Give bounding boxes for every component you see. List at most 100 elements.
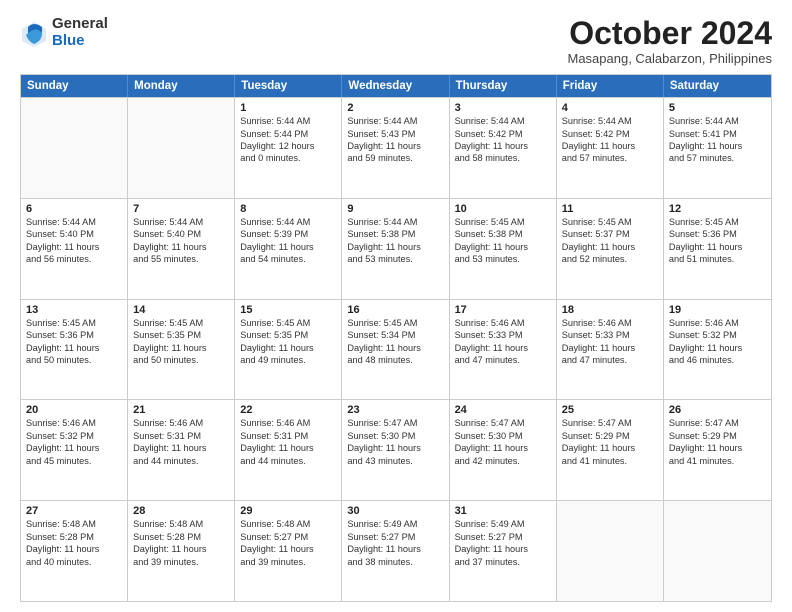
cell-info-line: Sunset: 5:29 PM: [669, 430, 766, 442]
day-number: 2: [347, 102, 443, 114]
cell-info-line: and 44 minutes.: [240, 455, 336, 467]
cell-info-line: Sunset: 5:41 PM: [669, 128, 766, 140]
cell-info-line: Sunrise: 5:44 AM: [347, 115, 443, 127]
day-number: 31: [455, 505, 551, 517]
day-number: 28: [133, 505, 229, 517]
day-of-week-sunday: Sunday: [21, 75, 128, 97]
cell-info-line: Daylight: 11 hours: [26, 342, 122, 354]
day-of-week-wednesday: Wednesday: [342, 75, 449, 97]
cell-info-line: Sunset: 5:29 PM: [562, 430, 658, 442]
logo-icon: [20, 19, 48, 47]
day-number: 22: [240, 404, 336, 416]
cell-info-line: and 47 minutes.: [562, 354, 658, 366]
cell-info-line: Sunrise: 5:46 AM: [26, 417, 122, 429]
cell-info-line: Sunset: 5:36 PM: [26, 329, 122, 341]
cell-info-line: Daylight: 11 hours: [455, 140, 551, 152]
cell-info-line: Daylight: 11 hours: [240, 543, 336, 555]
day-of-week-thursday: Thursday: [450, 75, 557, 97]
day-number: 14: [133, 304, 229, 316]
cell-info-line: Sunrise: 5:44 AM: [26, 216, 122, 228]
cell-info-line: Sunset: 5:33 PM: [455, 329, 551, 341]
day-cell-4: 4Sunrise: 5:44 AMSunset: 5:42 PMDaylight…: [557, 98, 664, 198]
cell-info-line: Sunset: 5:28 PM: [26, 531, 122, 543]
cell-info-line: Sunset: 5:37 PM: [562, 228, 658, 240]
day-cell-11: 11Sunrise: 5:45 AMSunset: 5:37 PMDayligh…: [557, 199, 664, 299]
day-cell-27: 27Sunrise: 5:48 AMSunset: 5:28 PMDayligh…: [21, 501, 128, 601]
cell-info-line: Daylight: 12 hours: [240, 140, 336, 152]
cell-info-line: Daylight: 11 hours: [669, 241, 766, 253]
cell-info-line: Sunrise: 5:44 AM: [240, 216, 336, 228]
day-cell-16: 16Sunrise: 5:45 AMSunset: 5:34 PMDayligh…: [342, 300, 449, 400]
cell-info-line: and 49 minutes.: [240, 354, 336, 366]
logo: General Blue: [20, 16, 108, 49]
cell-info-line: Sunrise: 5:46 AM: [669, 317, 766, 329]
day-number: 1: [240, 102, 336, 114]
cell-info-line: Sunset: 5:33 PM: [562, 329, 658, 341]
cell-info-line: and 52 minutes.: [562, 253, 658, 265]
cell-info-line: Sunrise: 5:44 AM: [133, 216, 229, 228]
day-number: 10: [455, 203, 551, 215]
empty-cell: [557, 501, 664, 601]
cell-info-line: Sunrise: 5:45 AM: [562, 216, 658, 228]
cell-info-line: Sunrise: 5:48 AM: [133, 518, 229, 530]
cell-info-line: and 39 minutes.: [240, 556, 336, 568]
cell-info-line: Daylight: 11 hours: [669, 442, 766, 454]
cell-info-line: Sunrise: 5:46 AM: [133, 417, 229, 429]
day-number: 17: [455, 304, 551, 316]
cell-info-line: and 57 minutes.: [669, 152, 766, 164]
cell-info-line: Sunset: 5:30 PM: [455, 430, 551, 442]
day-number: 24: [455, 404, 551, 416]
cell-info-line: Daylight: 11 hours: [455, 543, 551, 555]
cell-info-line: and 48 minutes.: [347, 354, 443, 366]
cell-info-line: Sunrise: 5:47 AM: [669, 417, 766, 429]
cell-info-line: Sunrise: 5:45 AM: [240, 317, 336, 329]
logo-blue-text: Blue: [52, 33, 108, 50]
cell-info-line: Sunset: 5:40 PM: [133, 228, 229, 240]
day-cell-14: 14Sunrise: 5:45 AMSunset: 5:35 PMDayligh…: [128, 300, 235, 400]
day-number: 13: [26, 304, 122, 316]
day-cell-21: 21Sunrise: 5:46 AMSunset: 5:31 PMDayligh…: [128, 400, 235, 500]
cell-info-line: Daylight: 11 hours: [133, 543, 229, 555]
cell-info-line: Sunrise: 5:47 AM: [562, 417, 658, 429]
cell-info-line: Daylight: 11 hours: [347, 442, 443, 454]
cell-info-line: Sunrise: 5:46 AM: [455, 317, 551, 329]
cell-info-line: Sunset: 5:32 PM: [26, 430, 122, 442]
cell-info-line: Sunset: 5:27 PM: [455, 531, 551, 543]
cell-info-line: and 43 minutes.: [347, 455, 443, 467]
calendar: SundayMondayTuesdayWednesdayThursdayFrid…: [20, 74, 772, 602]
cell-info-line: Daylight: 11 hours: [562, 442, 658, 454]
cell-info-line: Daylight: 11 hours: [240, 241, 336, 253]
day-cell-7: 7Sunrise: 5:44 AMSunset: 5:40 PMDaylight…: [128, 199, 235, 299]
cell-info-line: Sunrise: 5:47 AM: [347, 417, 443, 429]
cell-info-line: Sunrise: 5:45 AM: [133, 317, 229, 329]
cell-info-line: Sunrise: 5:45 AM: [26, 317, 122, 329]
cell-info-line: and 38 minutes.: [347, 556, 443, 568]
logo-text: General Blue: [52, 16, 108, 49]
cell-info-line: and 41 minutes.: [562, 455, 658, 467]
cell-info-line: Sunrise: 5:44 AM: [562, 115, 658, 127]
day-cell-13: 13Sunrise: 5:45 AMSunset: 5:36 PMDayligh…: [21, 300, 128, 400]
day-cell-3: 3Sunrise: 5:44 AMSunset: 5:42 PMDaylight…: [450, 98, 557, 198]
cell-info-line: and 53 minutes.: [347, 253, 443, 265]
cell-info-line: Sunset: 5:42 PM: [455, 128, 551, 140]
cell-info-line: Sunrise: 5:44 AM: [240, 115, 336, 127]
cell-info-line: Daylight: 11 hours: [347, 342, 443, 354]
cell-info-line: Sunrise: 5:48 AM: [26, 518, 122, 530]
cell-info-line: Sunset: 5:27 PM: [240, 531, 336, 543]
cell-info-line: Daylight: 11 hours: [562, 241, 658, 253]
day-cell-12: 12Sunrise: 5:45 AMSunset: 5:36 PMDayligh…: [664, 199, 771, 299]
day-number: 29: [240, 505, 336, 517]
cell-info-line: Sunset: 5:32 PM: [669, 329, 766, 341]
cell-info-line: Sunset: 5:35 PM: [240, 329, 336, 341]
cell-info-line: Daylight: 11 hours: [240, 442, 336, 454]
day-number: 8: [240, 203, 336, 215]
day-cell-8: 8Sunrise: 5:44 AMSunset: 5:39 PMDaylight…: [235, 199, 342, 299]
day-number: 3: [455, 102, 551, 114]
day-cell-5: 5Sunrise: 5:44 AMSunset: 5:41 PMDaylight…: [664, 98, 771, 198]
cell-info-line: Daylight: 11 hours: [347, 241, 443, 253]
cell-info-line: Daylight: 11 hours: [133, 241, 229, 253]
day-cell-1: 1Sunrise: 5:44 AMSunset: 5:44 PMDaylight…: [235, 98, 342, 198]
day-cell-29: 29Sunrise: 5:48 AMSunset: 5:27 PMDayligh…: [235, 501, 342, 601]
cell-info-line: and 56 minutes.: [26, 253, 122, 265]
day-number: 25: [562, 404, 658, 416]
